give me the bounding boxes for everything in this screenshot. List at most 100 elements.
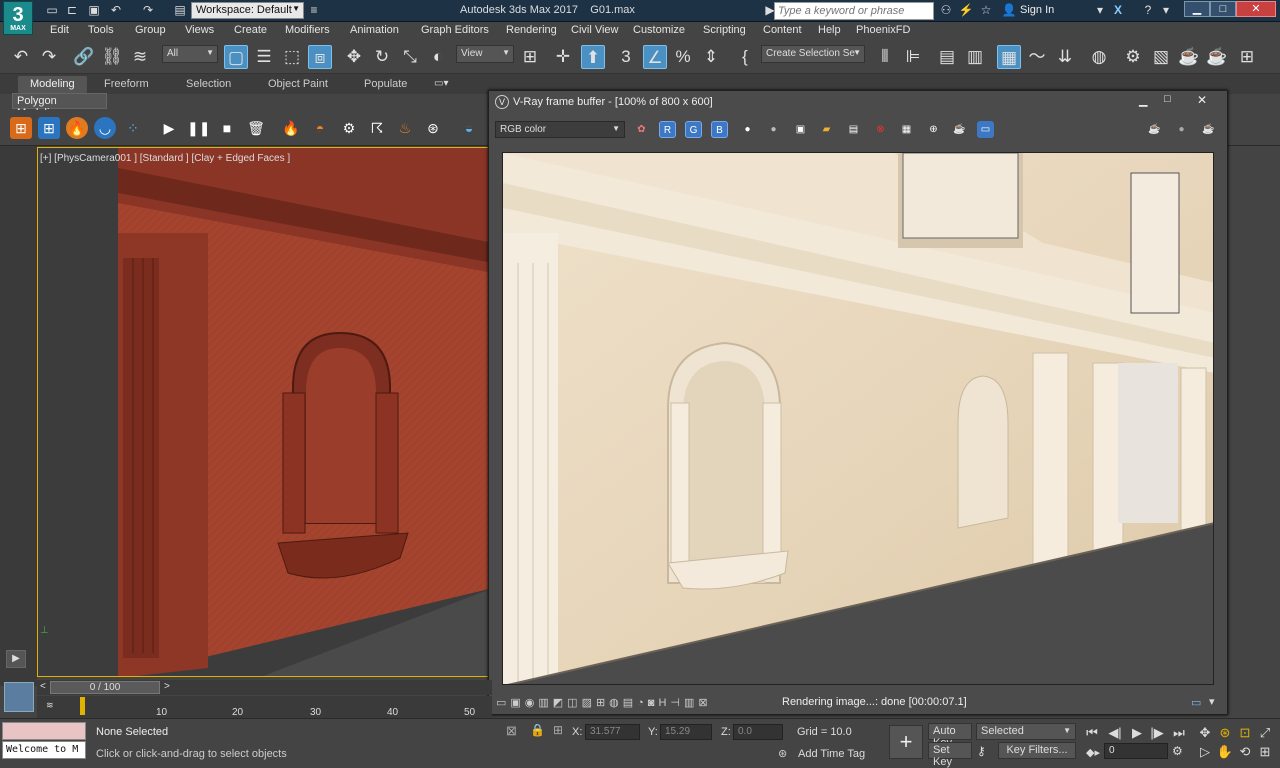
blue-channel-button[interactable]: B (711, 121, 728, 138)
close-button[interactable]: ✕ (1197, 93, 1207, 107)
schematic-view-icon[interactable]: ⇊ (1053, 45, 1077, 69)
ribbon-toggle-icon[interactable]: ▦ (997, 45, 1021, 69)
selection-filter-dropdown[interactable]: All ▼ (162, 45, 218, 63)
keyboard-shortcut-override-icon[interactable]: ⬆ (581, 45, 605, 69)
key-filters-button[interactable]: Key Filters... (998, 742, 1076, 759)
save-image-icon[interactable]: ▣ (792, 121, 809, 138)
vray-panel-toggle-icon[interactable]: ▭ (1191, 696, 1201, 709)
next-frame-icon[interactable]: |▶ (1148, 725, 1166, 741)
menu-views[interactable]: Views (185, 24, 214, 36)
redo-icon[interactable]: ↷ (140, 3, 156, 18)
new-file-icon[interactable]: ▭ (44, 3, 60, 18)
rendered-frame-window-icon[interactable]: ▧ (1149, 45, 1173, 69)
edit-named-selection-icon[interactable]: { (733, 45, 757, 69)
workspace-dropdown[interactable]: Workspace: Default ▼ (191, 2, 304, 19)
undo-icon[interactable]: ↶ (9, 45, 33, 69)
material-editor-icon[interactable]: ◍ (1087, 45, 1111, 69)
curve-editor-mini-icon[interactable]: ≋ (46, 700, 54, 711)
selection-lock-icon[interactable]: 🔒 (530, 723, 545, 737)
menu-group[interactable]: Group (135, 24, 166, 36)
key-mode-toggle-icon[interactable]: ◆▸ (1086, 746, 1100, 759)
menu-civil-view[interactable]: Civil View (571, 24, 618, 36)
select-by-name-icon[interactable]: ☰ (252, 45, 276, 69)
particle-shader-icon[interactable]: ◓ (309, 117, 331, 139)
maximize-viewport-icon[interactable]: ⊞ (1256, 744, 1274, 760)
track-mouse-icon[interactable]: ▦ (898, 121, 915, 138)
go-to-start-icon[interactable]: ⏮ (1083, 725, 1101, 741)
pivot-center-icon[interactable]: ⊞ (518, 45, 542, 69)
menu-modifiers[interactable]: Modifiers (285, 24, 330, 36)
menu-customize[interactable]: Customize (633, 24, 685, 36)
red-channel-button[interactable]: R (659, 121, 676, 138)
isolate-selection-icon[interactable]: ⊠ (506, 723, 517, 739)
field-of-view-icon[interactable]: ▷ (1196, 744, 1214, 760)
render-production-icon[interactable]: ☕ (1177, 45, 1201, 69)
y-coordinate-field[interactable]: 15.29 (660, 724, 712, 740)
render-in-cloud-icon[interactable]: ⊞ (1235, 45, 1259, 69)
play-icon[interactable]: ▶ (1128, 725, 1146, 741)
sign-in-link[interactable]: Sign In (1020, 4, 1054, 16)
set-key-plus-icon[interactable]: + (889, 725, 923, 759)
chevron-down-icon[interactable]: ▾ (1092, 3, 1108, 18)
perspective-viewport[interactable] (37, 147, 492, 677)
select-and-move-icon[interactable]: ✥ (342, 45, 366, 69)
time-configuration-icon[interactable]: ⚙ (1172, 744, 1183, 758)
key-icon[interactable]: ⚷ (977, 744, 986, 758)
time-slider-thumb[interactable]: 0 / 100 (50, 681, 160, 694)
go-to-end-icon[interactable]: ⏭ (1170, 725, 1188, 741)
angle-snap-icon[interactable]: ∠ (643, 45, 667, 69)
open-folder-icon[interactable]: ⊏ (64, 3, 80, 18)
time-slider-next-icon[interactable]: > (164, 681, 170, 692)
ribbon-options-icon[interactable]: ▭▾ (434, 78, 448, 89)
snaps-toggle-icon[interactable]: 3 (614, 45, 638, 69)
favorites-star-icon[interactable]: ☆ (978, 3, 994, 18)
auto-key-button[interactable]: Auto Key (928, 723, 972, 749)
link-icon[interactable]: 🔗 (72, 45, 96, 69)
app-logo-button[interactable]: 3 MAX (3, 1, 33, 35)
named-selection-set-dropdown[interactable]: Create Selection Se ▼ (761, 45, 865, 63)
stop-icon[interactable]: ■ (216, 117, 238, 139)
menu-tools[interactable]: Tools (88, 24, 114, 36)
zoom-icon[interactable]: ✥ (1196, 725, 1214, 741)
curve-editor-icon[interactable]: 〜 (1025, 45, 1049, 69)
tab-selection[interactable]: Selection (174, 76, 243, 93)
project-folder-icon[interactable]: ▤ (172, 3, 188, 18)
mirror-icon[interactable]: ⫴ (873, 45, 897, 69)
render-setup-icon[interactable]: ⚙ (1121, 45, 1145, 69)
stop-render-icon[interactable]: ● (1173, 121, 1190, 138)
quick-access-menu-icon[interactable]: ≡ (306, 3, 322, 18)
set-key-button[interactable]: Set Key (928, 742, 972, 768)
window-crossing-icon[interactable]: ⧈ (308, 45, 332, 69)
menu-content[interactable]: Content (763, 24, 802, 36)
play-icon[interactable]: ▶ (158, 117, 180, 139)
track-bar[interactable] (37, 696, 492, 718)
exchange-apps-icon[interactable]: X (1110, 3, 1126, 18)
zoom-all-icon[interactable]: ⊛ (1216, 725, 1234, 741)
particle-tuner-icon[interactable]: ☈ (366, 117, 388, 139)
region-render-icon[interactable]: ⊕ (925, 121, 942, 138)
interactive-render-icon[interactable]: ☕ (1200, 121, 1217, 138)
bind-space-warp-icon[interactable]: ≋ (128, 45, 152, 69)
maximize-button[interactable]: □ (1164, 93, 1171, 105)
undo-icon[interactable]: ↶ (108, 3, 124, 18)
key-mode-dropdown[interactable]: Selected ▼ (976, 723, 1076, 740)
clear-image-icon[interactable]: ⊗ (872, 121, 889, 138)
color-channels-icon[interactable]: ✿ (633, 121, 650, 138)
reference-coordinate-dropdown[interactable]: View ▼ (456, 45, 514, 63)
discharge-icon[interactable]: ⚙ (338, 117, 360, 139)
tab-freeform[interactable]: Freeform (92, 76, 161, 93)
tab-object-paint[interactable]: Object Paint (256, 76, 340, 93)
x-coordinate-field[interactable]: 31.577 (585, 724, 640, 740)
flame-icon[interactable]: ♨ (394, 117, 416, 139)
menu-phoenixfd[interactable]: PhoenixFD (856, 24, 910, 36)
fire-source-icon[interactable]: 🔥 (280, 117, 302, 139)
menu-graph-editors[interactable]: Graph Editors (421, 24, 489, 36)
save-icon[interactable]: ▣ (86, 3, 102, 18)
tab-populate[interactable]: Populate (352, 76, 419, 93)
unlink-icon[interactable]: ⛓ (100, 45, 124, 69)
manipulate-icon[interactable]: ✛ (551, 45, 575, 69)
tab-modeling[interactable]: Modeling (18, 76, 87, 93)
phoenix-liquid-grid-icon[interactable]: ⊞ (38, 117, 60, 139)
select-and-place-icon[interactable]: ◐ (426, 45, 450, 69)
phoenix-particles-icon[interactable]: ⁘ (122, 117, 144, 139)
